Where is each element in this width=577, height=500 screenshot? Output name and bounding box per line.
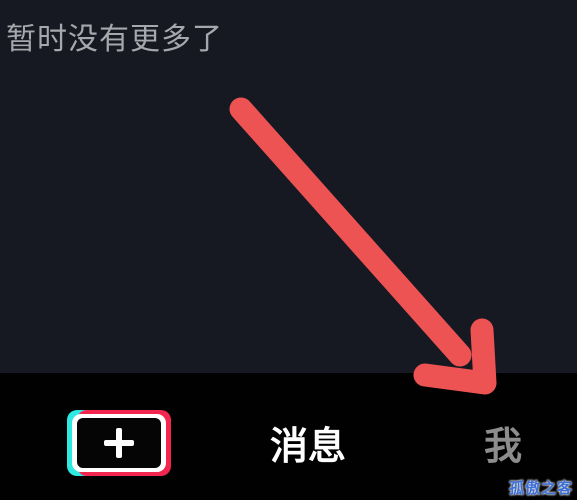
- tab-me[interactable]: 我: [484, 421, 522, 471]
- tab-messages[interactable]: 消息: [270, 421, 346, 471]
- feed-area: 暂时没有更多了: [0, 0, 577, 373]
- create-button-face: [72, 414, 166, 472]
- create-button-inner: [77, 418, 161, 468]
- create-button[interactable]: [67, 410, 171, 476]
- no-more-content-text: 暂时没有更多了: [6, 22, 223, 57]
- watermark: 孤傲之客: [508, 479, 573, 497]
- plus-icon: [104, 428, 134, 458]
